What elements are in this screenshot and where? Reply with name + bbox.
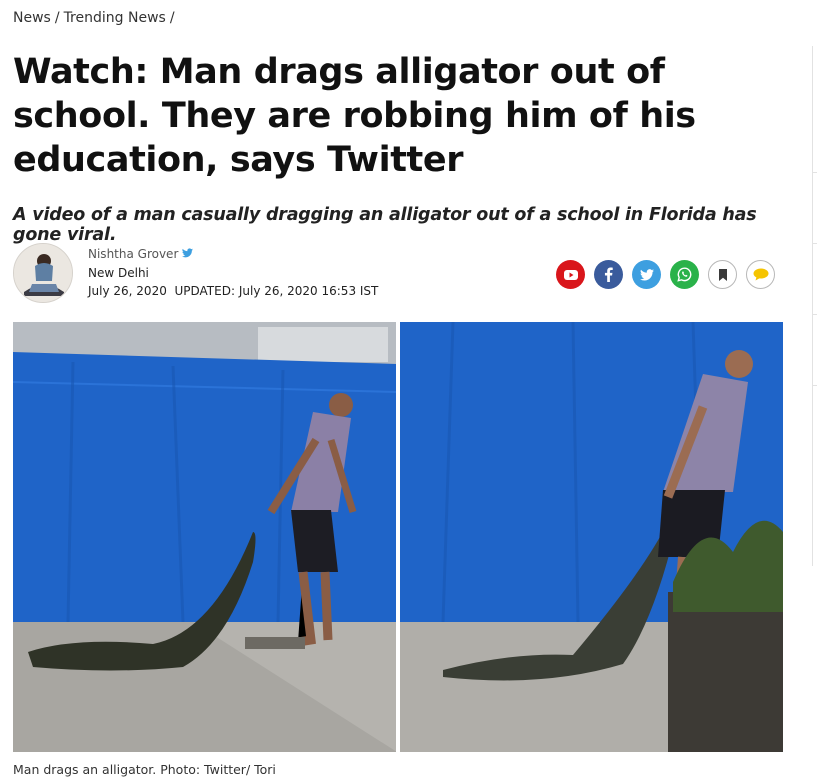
- breadcrumb-separator: /: [169, 10, 175, 26]
- breadcrumb: News / Trending News /: [13, 10, 175, 26]
- page-title: Watch: Man drags alligator out of school…: [13, 52, 696, 180]
- published-date: July 26, 2020: [88, 284, 167, 298]
- author-name[interactable]: Nishtha Grover: [88, 247, 194, 261]
- author-location: New Delhi: [88, 266, 149, 280]
- photo-right: [399, 322, 783, 752]
- twitter-bird-icon[interactable]: [182, 247, 194, 261]
- breadcrumb-separator: /: [54, 10, 60, 26]
- right-rail-divider: [812, 46, 817, 566]
- breadcrumb-link-news[interactable]: News: [13, 10, 51, 26]
- comment-button[interactable]: [746, 260, 775, 289]
- youtube-share-button[interactable]: [556, 260, 585, 289]
- article-hero-image[interactable]: [13, 322, 783, 752]
- publish-dates: July 26, 2020 UPDATED: July 26, 2020 16:…: [88, 284, 378, 298]
- bookmark-icon: [718, 268, 728, 281]
- updated-date: July 26, 2020 16:53 IST: [238, 284, 379, 298]
- twitter-icon: [639, 268, 654, 281]
- breadcrumb-link-trending-news[interactable]: Trending News: [64, 10, 166, 26]
- twitter-share-button[interactable]: [632, 260, 661, 289]
- whatsapp-share-button[interactable]: [670, 260, 699, 289]
- rail-separator: [812, 385, 817, 386]
- whatsapp-icon: [677, 267, 692, 282]
- author-name-text[interactable]: Nishtha Grover: [88, 247, 178, 261]
- updated-label: UPDATED:: [174, 284, 236, 298]
- rail-separator: [812, 243, 817, 244]
- youtube-icon: [563, 269, 578, 280]
- author-avatar[interactable]: [13, 243, 73, 303]
- rail-separator: [812, 314, 817, 315]
- image-caption: Man drags an alligator. Photo: Twitter/ …: [13, 762, 276, 777]
- bookmark-button[interactable]: [708, 260, 737, 289]
- facebook-share-button[interactable]: [594, 260, 623, 289]
- comment-icon: [753, 268, 769, 281]
- facebook-icon: [604, 267, 613, 282]
- share-bar: [556, 260, 775, 289]
- article-summary: A video of a man casually dragging an al…: [13, 205, 757, 245]
- photo-left: [13, 322, 398, 752]
- rail-separator: [812, 172, 817, 173]
